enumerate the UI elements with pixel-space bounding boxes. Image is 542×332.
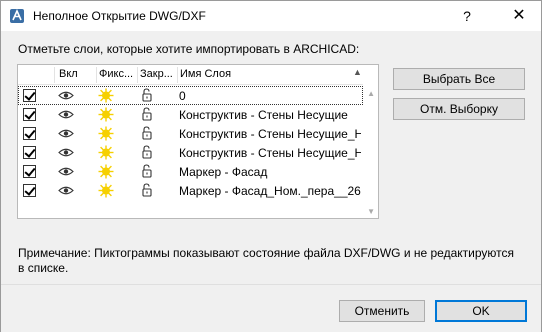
- layer-row[interactable]: Конструктив - Стены Несущие_Н...: [18, 143, 363, 162]
- layer-checkbox[interactable]: [23, 89, 36, 102]
- layer-name: Маркер - Фасад: [179, 165, 268, 179]
- eye-icon: [58, 88, 74, 103]
- layer-checkbox[interactable]: [23, 127, 36, 140]
- layer-name: Маркер - Фасад_Ном._пера__26: [179, 184, 361, 198]
- layer-row[interactable]: Конструктив - Стены Несущие_Н...: [18, 124, 363, 143]
- instruction-text: Отметьте слои, которые хотите импортиров…: [18, 42, 360, 56]
- layer-checkbox[interactable]: [23, 165, 36, 178]
- scroll-down-arrow-icon[interactable]: ▼: [367, 207, 375, 216]
- layer-row[interactable]: Маркер - Фасад_Ном._пера__26: [18, 181, 363, 200]
- eye-icon: [58, 183, 74, 198]
- layer-checkbox[interactable]: [23, 108, 36, 121]
- cancel-button[interactable]: Отменить: [339, 300, 425, 322]
- column-header-locked[interactable]: Закр...: [140, 68, 177, 80]
- scroll-up-arrow-icon[interactable]: ▲: [367, 89, 375, 98]
- help-button[interactable]: ?: [453, 4, 481, 28]
- padlock-open-icon: [139, 145, 155, 160]
- layers-list[interactable]: Вкл Фикс... Закр... Имя Слоя ▲ 0 Конструк…: [17, 64, 379, 219]
- sun-icon: [98, 164, 114, 179]
- layer-checkbox[interactable]: [23, 146, 36, 159]
- padlock-open-icon: [139, 164, 155, 179]
- padlock-open-icon: [139, 88, 155, 103]
- deselect-button[interactable]: Отм. Выборку: [393, 98, 525, 120]
- layer-name: Конструктив - Стены Несущие_Н...: [179, 127, 361, 141]
- eye-icon: [58, 145, 74, 160]
- archicad-app-icon: [10, 9, 24, 23]
- layer-name: Конструктив - Стены Несущие_Н...: [179, 146, 361, 160]
- sun-icon: [98, 183, 114, 198]
- sun-icon: [98, 88, 114, 103]
- padlock-open-icon: [139, 107, 155, 122]
- select-all-button[interactable]: Выбрать Все: [393, 68, 525, 90]
- eye-icon: [58, 164, 74, 179]
- layer-name: Конструктив - Стены Несущие: [179, 108, 348, 122]
- column-header-visible[interactable]: Вкл: [59, 68, 95, 80]
- list-header: Вкл Фикс... Закр... Имя Слоя ▲: [18, 65, 363, 85]
- sun-icon: [98, 107, 114, 122]
- padlock-open-icon: [139, 126, 155, 141]
- layer-row[interactable]: Конструктив - Стены Несущие: [18, 105, 363, 124]
- layer-row[interactable]: Маркер - Фасад: [18, 162, 363, 181]
- close-button[interactable]: ✕: [505, 4, 533, 28]
- layer-row[interactable]: 0: [18, 86, 363, 105]
- sun-icon: [98, 126, 114, 141]
- sort-arrow-icon: ▲: [353, 67, 362, 77]
- padlock-open-icon: [139, 183, 155, 198]
- title-bar: Неполное Открытие DWG/DXF ? ✕: [1, 1, 541, 31]
- eye-icon: [58, 107, 74, 122]
- window-title: Неполное Открытие DWG/DXF: [33, 9, 206, 23]
- layer-name: 0: [179, 89, 186, 103]
- column-header-name[interactable]: Имя Слоя: [180, 68, 350, 80]
- ok-button[interactable]: OK: [435, 300, 527, 322]
- dialog-footer: Отменить OK: [1, 284, 541, 332]
- note-text: Примечание: Пиктограммы показывают состо…: [18, 246, 514, 275]
- sun-icon: [98, 145, 114, 160]
- import-dialog: Неполное Открытие DWG/DXF ? ✕ Отметьте с…: [0, 0, 542, 332]
- eye-icon: [58, 126, 74, 141]
- column-header-fixed[interactable]: Фикс...: [99, 68, 137, 80]
- layer-checkbox[interactable]: [23, 184, 36, 197]
